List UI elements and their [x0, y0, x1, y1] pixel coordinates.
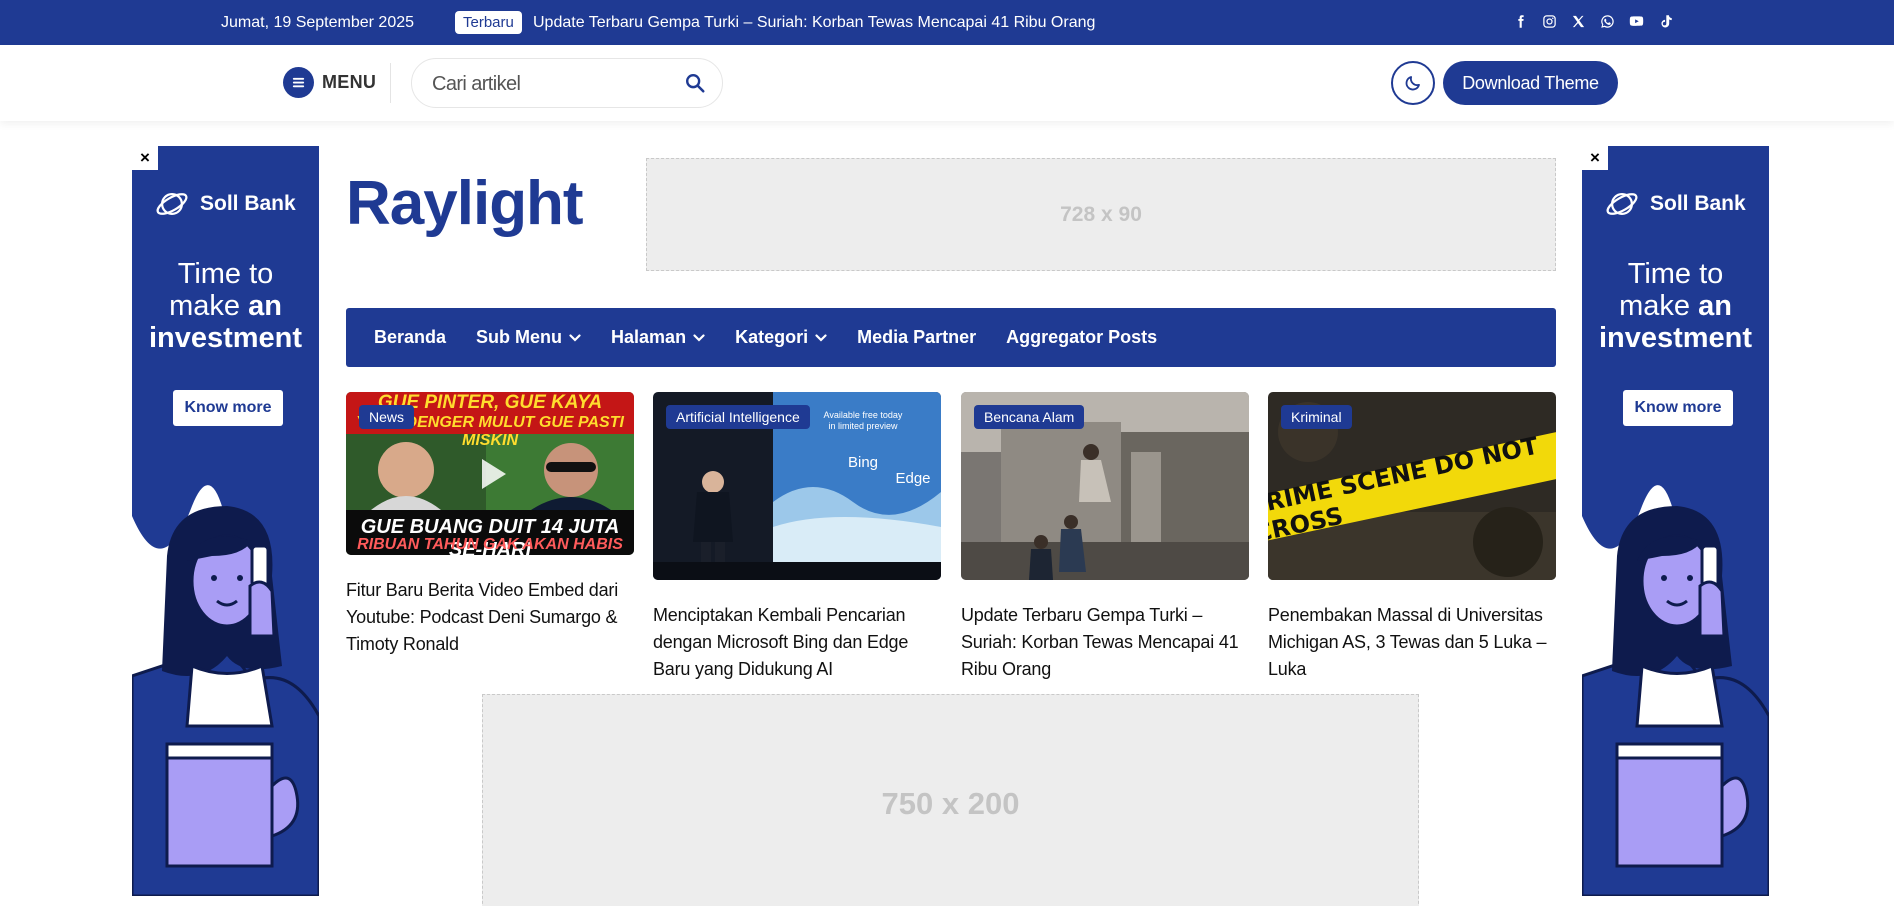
top-bar: Jumat, 19 September 2025 Terbaru Update …	[0, 0, 1894, 45]
planet-logo-icon	[1606, 192, 1638, 216]
category-badge[interactable]: Kriminal	[1281, 405, 1352, 429]
menu-button[interactable]: MENU	[283, 67, 376, 98]
whatsapp-icon[interactable]	[1599, 13, 1615, 29]
search-box	[411, 58, 723, 108]
left-side-ad[interactable]: Soll Bank Time to make an investment Kno…	[132, 146, 319, 896]
divider	[390, 63, 391, 103]
article-card[interactable]: GUE PINTER, GUE KAYA YANG DENGER MULUT G…	[346, 392, 634, 658]
close-ad-button[interactable]: ×	[1582, 146, 1608, 170]
ad-brand: Soll Bank	[1604, 186, 1746, 222]
article-card[interactable]: Available free today in limited preview B…	[653, 392, 941, 683]
ad-know-more-button[interactable]: Know more	[173, 390, 283, 426]
download-theme-button[interactable]: Download Theme	[1443, 61, 1618, 105]
chevron-down-icon	[569, 333, 581, 342]
nav-item-media-partner[interactable]: Media Partner	[857, 327, 976, 348]
article-title[interactable]: Penembakan Massal di Universitas Michiga…	[1268, 602, 1556, 683]
ad-headline: Time to make an investment	[148, 258, 303, 354]
news-ticker-link[interactable]: Update Terbaru Gempa Turki – Suriah: Kor…	[533, 14, 1095, 32]
facebook-icon[interactable]	[1512, 13, 1528, 29]
ad-headline: Time to make an investment	[1598, 258, 1753, 354]
article-title[interactable]: Update Terbaru Gempa Turki – Suriah: Kor…	[961, 602, 1249, 683]
close-ad-button[interactable]: ×	[132, 146, 158, 170]
play-icon[interactable]	[472, 454, 512, 494]
search-input[interactable]	[432, 71, 672, 97]
nav-item-aggregator-posts[interactable]: Aggregator Posts	[1006, 327, 1157, 348]
article-title[interactable]: Menciptakan Kembali Pencarian dengan Mic…	[653, 602, 941, 683]
category-badge[interactable]: News	[359, 405, 415, 429]
search-icon[interactable]	[684, 72, 706, 94]
nav-item-sub-menu[interactable]: Sub Menu	[476, 327, 581, 348]
woman-with-phone-illustration	[132, 485, 319, 896]
edge-label: Edge	[895, 470, 931, 487]
x-icon[interactable]	[1570, 13, 1586, 29]
article-thumbnail[interactable]: Available free today in limited preview B…	[653, 392, 941, 580]
moon-icon	[1405, 76, 1420, 91]
main-navigation: Beranda Sub Menu Halaman Kategori Media …	[346, 308, 1556, 367]
ad-know-more-button[interactable]: Know more	[1623, 390, 1733, 426]
woman-with-phone-illustration	[1582, 485, 1769, 896]
hamburger-icon	[283, 67, 314, 98]
category-badge[interactable]: Artificial Intelligence	[666, 405, 810, 429]
chevron-down-icon	[815, 333, 827, 342]
bing-label: Bing	[847, 454, 879, 471]
thumbnail-caption: RIBUAN TAHUN GAK AKAN HABIS	[357, 536, 623, 553]
ad-brand: Soll Bank	[154, 186, 296, 222]
thumbnail-caption: Available free today in limited preview	[823, 410, 903, 431]
planet-logo-icon	[156, 192, 188, 216]
tiktok-icon[interactable]	[1657, 13, 1673, 29]
right-side-ad[interactable]: Soll Bank Time to make an investment Kno…	[1582, 146, 1769, 896]
banner-ad-slot: 750 x 200	[482, 694, 1419, 906]
nav-item-halaman[interactable]: Halaman	[611, 327, 705, 348]
latest-badge: Terbaru	[455, 11, 522, 34]
article-card[interactable]: Bencana Alam Update Terbaru Gempa Turki …	[961, 392, 1249, 683]
nav-item-beranda[interactable]: Beranda	[374, 327, 446, 348]
site-logo[interactable]: Raylight	[346, 168, 584, 239]
social-links	[1512, 13, 1673, 29]
chevron-down-icon	[693, 333, 705, 342]
dark-mode-toggle[interactable]	[1391, 61, 1435, 105]
article-card[interactable]: CRIME SCENE DO NOT CROSS Kriminal Penemb…	[1268, 392, 1556, 683]
site-header: MENU Download Theme	[0, 45, 1894, 121]
nav-item-kategori[interactable]: Kategori	[735, 327, 827, 348]
article-thumbnail[interactable]: Bencana Alam	[961, 392, 1249, 580]
leaderboard-ad-slot: 728 x 90	[646, 158, 1556, 271]
youtube-icon[interactable]	[1628, 13, 1644, 29]
article-thumbnail[interactable]: GUE PINTER, GUE KAYA YANG DENGER MULUT G…	[346, 392, 634, 555]
category-badge[interactable]: Bencana Alam	[974, 405, 1085, 429]
menu-label: MENU	[322, 72, 377, 92]
instagram-icon[interactable]	[1541, 13, 1557, 29]
article-thumbnail[interactable]: CRIME SCENE DO NOT CROSS Kriminal	[1268, 392, 1556, 580]
current-date: Jumat, 19 September 2025	[221, 14, 415, 31]
article-title[interactable]: Fitur Baru Berita Video Embed dari Youtu…	[346, 577, 634, 658]
